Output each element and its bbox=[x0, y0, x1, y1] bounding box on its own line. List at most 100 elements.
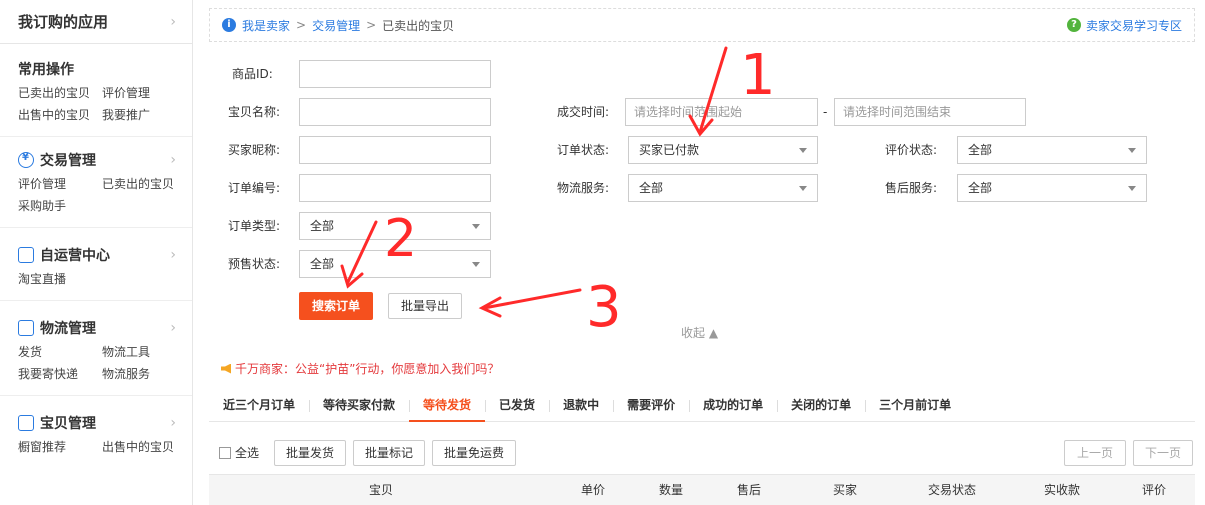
item-name-label: 宝贝名称: bbox=[228, 105, 281, 119]
annotation-arrow-3 bbox=[478, 288, 582, 318]
batch-export-button[interactable]: 批量导出 bbox=[388, 293, 462, 319]
speaker-icon bbox=[221, 363, 231, 374]
annotation-label-3: 3 bbox=[586, 275, 622, 340]
breadcrumb: i 我是卖家 > 交易管理 > 已卖出的宝贝 ? 卖家交易学习专区 bbox=[209, 8, 1195, 42]
checkbox-icon bbox=[219, 446, 231, 459]
next-page-button[interactable]: 下一页 bbox=[1133, 440, 1193, 466]
product-id-label: 商品ID: bbox=[232, 67, 273, 81]
logistics-label: 物流服务: bbox=[557, 181, 610, 195]
tab-successful[interactable]: 成功的订单 bbox=[689, 392, 777, 422]
sidebar-section-header[interactable]: 宝贝管理 bbox=[18, 413, 96, 433]
tab-older-than-3-months[interactable]: 三个月前订单 bbox=[865, 392, 965, 422]
breadcrumb-item[interactable]: 交易管理 bbox=[312, 17, 360, 34]
item-name-input[interactable] bbox=[299, 98, 491, 126]
sidebar-section-header[interactable]: 自运营中心 bbox=[18, 245, 110, 265]
column-header: 宝贝 bbox=[369, 483, 394, 497]
logistics-select[interactable]: 全部 bbox=[628, 174, 818, 202]
sidebar-section-title: 宝贝管理 bbox=[40, 416, 96, 432]
sidebar-link[interactable]: 物流工具 bbox=[102, 341, 186, 363]
time-end-input[interactable]: 请选择时间范围结束 bbox=[834, 98, 1026, 126]
presale-label: 预售状态: bbox=[228, 257, 281, 271]
chat-icon bbox=[18, 247, 34, 263]
order-type-select[interactable]: 全部 bbox=[299, 212, 491, 240]
sidebar: 我订购的应用 › 常用操作 已卖出的宝贝 评价管理 出售中的宝贝 我要推广 ¥ … bbox=[0, 0, 193, 505]
select-all-label: 全选 bbox=[235, 446, 260, 460]
chevron-right-icon: › bbox=[170, 13, 176, 30]
sidebar-section-title: 常用操作 bbox=[18, 62, 74, 78]
chevron-right-icon: › bbox=[170, 320, 176, 336]
column-header: 售后 bbox=[737, 483, 762, 497]
column-header: 买家 bbox=[833, 483, 858, 497]
truck-icon bbox=[18, 320, 34, 336]
sidebar-section-logistics: 物流管理 › 发货 物流工具 我要寄快递 物流服务 bbox=[0, 301, 192, 396]
tab-closed[interactable]: 关闭的订单 bbox=[777, 392, 865, 422]
order-no-input[interactable] bbox=[299, 174, 491, 202]
column-header: 单价 bbox=[581, 483, 606, 497]
deal-time-label: 成交时间: bbox=[557, 105, 610, 119]
notice-bar[interactable]: 千万商家：公益“护苗”行动，你愿意加入我们吗？ bbox=[221, 360, 499, 377]
sidebar-section-title: 自运营中心 bbox=[40, 248, 110, 264]
select-all-checkbox[interactable]: 全选 bbox=[219, 444, 259, 461]
tab-awaiting-payment[interactable]: 等待买家付款 bbox=[309, 392, 409, 422]
sidebar-section-title: 物流管理 bbox=[40, 321, 96, 337]
sidebar-link[interactable]: 我要寄快递 bbox=[18, 363, 102, 385]
sidebar-link[interactable]: 采购助手 bbox=[18, 195, 102, 217]
question-icon: ? bbox=[1066, 18, 1081, 32]
sidebar-link[interactable]: 已卖出的宝贝 bbox=[18, 82, 102, 104]
order-type-label: 订单类型: bbox=[228, 219, 281, 233]
order-tabs: 近三个月订单 等待买家付款 等待发货 已发货 退款中 需要评价 成功的订单 关闭… bbox=[209, 392, 1195, 422]
sidebar-header-title: 我订购的应用 bbox=[18, 13, 109, 31]
breadcrumb-separator: > bbox=[296, 18, 307, 32]
order-no-label: 订单编号: bbox=[228, 181, 281, 195]
sidebar-link[interactable]: 我要推广 bbox=[102, 104, 186, 126]
sidebar-section-title: 交易管理 bbox=[40, 153, 96, 169]
presale-select[interactable]: 全部 bbox=[299, 250, 491, 278]
product-id-input[interactable] bbox=[299, 60, 491, 88]
batch-ship-button[interactable]: 批量发货 bbox=[274, 440, 346, 466]
batch-free-shipping-button[interactable]: 批量免运费 bbox=[432, 440, 516, 466]
collapse-toggle[interactable]: 收起 ▲ bbox=[681, 324, 718, 341]
sidebar-link[interactable]: 发货 bbox=[18, 341, 102, 363]
buyer-nick-label: 买家昵称: bbox=[228, 143, 281, 157]
search-orders-button[interactable]: 搜索订单 bbox=[299, 292, 373, 320]
tab-shipped[interactable]: 已发货 bbox=[485, 392, 549, 422]
aftersale-select[interactable]: 全部 bbox=[957, 174, 1147, 202]
sidebar-section-items: 宝贝管理 › 橱窗推荐 出售中的宝贝 bbox=[0, 396, 192, 468]
sidebar-link[interactable]: 淘宝直播 bbox=[18, 268, 102, 290]
table-header: 宝贝 单价 数量 售后 买家 交易状态 实收款 评价 bbox=[209, 474, 1195, 505]
sidebar-section-trade: ¥ 交易管理 › 评价管理 已卖出的宝贝 采购助手 bbox=[0, 137, 192, 228]
tab-needs-review[interactable]: 需要评价 bbox=[613, 392, 689, 422]
column-header: 数量 bbox=[659, 483, 684, 497]
notice-text: 千万商家：公益“护苗”行动，你愿意加入我们吗？ bbox=[235, 362, 500, 376]
chevron-right-icon: › bbox=[170, 415, 176, 431]
sidebar-section-common: 常用操作 已卖出的宝贝 评价管理 出售中的宝贝 我要推广 bbox=[0, 44, 192, 137]
review-status-label: 评价状态: bbox=[885, 143, 938, 157]
currency-icon: ¥ bbox=[18, 152, 34, 168]
sidebar-link[interactable]: 出售中的宝贝 bbox=[18, 104, 102, 126]
sidebar-link[interactable]: 已卖出的宝贝 bbox=[102, 173, 186, 195]
batch-mark-button[interactable]: 批量标记 bbox=[353, 440, 425, 466]
order-status-select[interactable]: 买家已付款 bbox=[628, 136, 818, 164]
chevron-right-icon: › bbox=[170, 152, 176, 168]
help-link[interactable]: ? 卖家交易学习专区 bbox=[1066, 17, 1182, 34]
sidebar-link[interactable]: 橱窗推荐 bbox=[18, 436, 102, 458]
sidebar-header[interactable]: 我订购的应用 › bbox=[0, 0, 192, 44]
breadcrumb-item[interactable]: 我是卖家 bbox=[242, 17, 290, 34]
aftersale-label: 售后服务: bbox=[885, 181, 938, 195]
sidebar-section-header[interactable]: ¥ 交易管理 bbox=[18, 150, 96, 170]
breadcrumb-current: 已卖出的宝贝 bbox=[382, 18, 455, 33]
sidebar-link[interactable]: 出售中的宝贝 bbox=[102, 436, 186, 458]
sidebar-section-header[interactable]: 物流管理 bbox=[18, 318, 96, 338]
review-status-select[interactable]: 全部 bbox=[957, 136, 1147, 164]
sidebar-link[interactable]: 物流服务 bbox=[102, 363, 186, 385]
tab-recent-3-months[interactable]: 近三个月订单 bbox=[209, 392, 309, 422]
sidebar-link[interactable]: 评价管理 bbox=[18, 173, 102, 195]
prev-page-button[interactable]: 上一页 bbox=[1064, 440, 1126, 466]
sidebar-link[interactable]: 评价管理 bbox=[102, 82, 186, 104]
bag-icon bbox=[18, 415, 34, 431]
time-start-input[interactable]: 请选择时间范围起始 bbox=[625, 98, 818, 126]
tab-refunding[interactable]: 退款中 bbox=[549, 392, 613, 422]
order-status-label: 订单状态: bbox=[557, 143, 610, 157]
tab-awaiting-shipment[interactable]: 等待发货 bbox=[409, 392, 486, 422]
buyer-nick-input[interactable] bbox=[299, 136, 491, 164]
